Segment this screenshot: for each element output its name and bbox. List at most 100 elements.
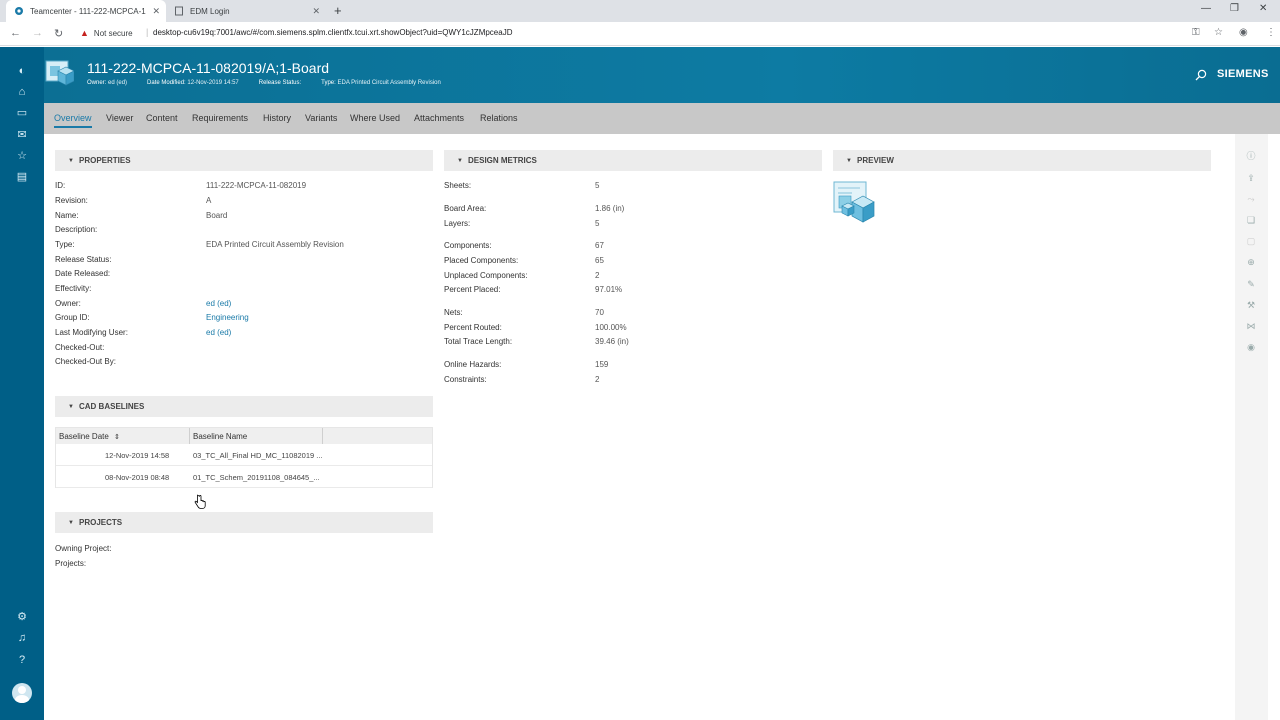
property-label: Last Modifying User: [55, 328, 128, 337]
menu-dots-icon[interactable]: ⋮ [1266, 27, 1276, 38]
owner-link[interactable]: ed (ed) [206, 299, 231, 308]
info-icon[interactable]: ⓘ [1245, 150, 1257, 162]
property-label: Release Status: [55, 255, 112, 264]
meta-date-modified: Date Modified: 12-Nov-2019 14:57 [147, 80, 239, 86]
security-indicator[interactable]: ▲ Not secure [80, 28, 133, 38]
search-icon[interactable] [1195, 69, 1207, 81]
metric-label: Total Trace Length: [444, 337, 513, 346]
meta-label: Owner: [87, 80, 107, 86]
tools-icon[interactable]: ⚒ [1245, 299, 1257, 311]
last-modifying-user-link[interactable]: ed (ed) [206, 328, 231, 337]
paste-icon[interactable]: ▢ [1245, 235, 1257, 247]
new-tab-button[interactable]: + [334, 3, 342, 18]
metric-value: 159 [595, 360, 609, 369]
pcb-preview-thumbnail[interactable] [832, 180, 877, 224]
tab-attachments[interactable]: Attachments [414, 113, 464, 123]
favorites-star-icon[interactable]: ☆ [15, 149, 29, 163]
caret-down-icon: ▼ [68, 157, 74, 164]
metric-label: Online Hazards: [444, 360, 502, 369]
add-icon[interactable]: ⊕ [1245, 256, 1257, 268]
meta-label: Type: [321, 80, 336, 86]
right-toolbar: ⓘ ⇪ ⤳ ❏ ▢ ⊕ ✎ ⚒ ⋈ ◉ [1235, 134, 1268, 720]
tab-overview[interactable]: Overview [54, 113, 92, 128]
profile-icon[interactable]: ◉ [1239, 27, 1248, 38]
tab-where-used[interactable]: Where Used [350, 113, 400, 123]
section-title: DESIGN METRICS [468, 156, 537, 165]
reload-icon[interactable]: ↻ [54, 27, 63, 40]
browser-tab-edm-login[interactable]: EDM Login ✕ [166, 0, 326, 22]
settings-gear-icon[interactable]: ⚙ [15, 610, 29, 624]
separator: | [146, 27, 149, 37]
table-row[interactable]: 08-Nov-2019 08:48 01_TC_Schem_20191108_0… [56, 466, 432, 488]
browser-tab-strip: Teamcenter - 111-222-MCPCA-1 ✕ EDM Login… [0, 0, 1280, 22]
column-resize-handle[interactable] [322, 428, 323, 444]
close-tab-icon[interactable]: ✕ [312, 6, 320, 17]
tab-requirements[interactable]: Requirements [192, 113, 248, 123]
forward-icon[interactable]: → [32, 27, 43, 39]
edit-pencil-icon[interactable]: ✎ [1245, 278, 1257, 290]
column-resize-handle[interactable] [189, 428, 190, 444]
metric-value: 5 [595, 181, 600, 190]
warning-icon: ▲ [80, 28, 89, 38]
sort-icon: ⇕ [114, 434, 120, 441]
close-tab-icon[interactable]: ✕ [152, 6, 160, 17]
project-label: Projects: [55, 559, 87, 568]
notifications-bell-icon[interactable]: ♫ [15, 631, 29, 645]
property-value: 111-222-MCPCA-11-082019 [206, 181, 307, 190]
baseline-date-cell: 08-Nov-2019 08:48 [105, 473, 170, 482]
caret-down-icon: ▼ [68, 519, 74, 526]
metric-label: Nets: [444, 308, 463, 317]
tab-history[interactable]: History [263, 113, 291, 123]
property-label: ID: [55, 181, 66, 190]
metric-value: 2 [595, 271, 600, 280]
caret-down-icon: ▼ [68, 403, 74, 410]
home-icon[interactable]: ⌂ [15, 85, 29, 99]
connections-icon[interactable]: ⋈ [1245, 320, 1257, 332]
table-header: Baseline Date ⇕ Baseline Name [56, 428, 432, 444]
preview-section-header[interactable]: ▼ PREVIEW [833, 150, 1211, 171]
metric-value: 2 [595, 375, 600, 384]
minimize-icon[interactable]: — [1201, 3, 1211, 14]
object-metadata: Owner: ed (ed) Date Modified: 12-Nov-201… [87, 80, 441, 86]
projects-section-header[interactable]: ▼ PROJECTS [55, 512, 433, 533]
back-icon[interactable]: ← [10, 27, 21, 39]
url-field[interactable]: desktop-cu6v19q:7001/awc/#/com.siemens.s… [153, 28, 512, 37]
metric-value: 65 [595, 256, 604, 265]
metric-label: Percent Placed: [444, 285, 501, 294]
key-icon[interactable]: ⚿ [1192, 27, 1200, 38]
group-link[interactable]: Engineering [206, 313, 249, 322]
section-title: PROPERTIES [79, 156, 131, 165]
properties-section-header[interactable]: ▼ PROPERTIES [55, 150, 433, 171]
teamcenter-logo-icon[interactable]: ◐ [15, 64, 29, 78]
design-metrics-section-header[interactable]: ▼ DESIGN METRICS [444, 150, 822, 171]
close-window-icon[interactable]: ✕ [1259, 3, 1267, 14]
metric-label: Unplaced Components: [444, 271, 528, 280]
help-icon[interactable]: ? [15, 653, 29, 667]
inbox-icon[interactable]: ✉ [15, 128, 29, 142]
tab-content[interactable]: Content [146, 113, 178, 123]
share-icon[interactable]: ⇪ [1245, 172, 1257, 184]
user-avatar[interactable] [12, 683, 32, 703]
metric-value: 70 [595, 308, 604, 317]
metric-label: Constraints: [444, 375, 487, 384]
restore-icon[interactable]: ❐ [1230, 3, 1239, 14]
tab-relations[interactable]: Relations [480, 113, 518, 123]
copy-icon[interactable]: ❏ [1245, 214, 1257, 226]
meta-value: 12-Nov-2019 14:57 [187, 80, 239, 86]
browser-tab-teamcenter[interactable]: Teamcenter - 111-222-MCPCA-1 ✕ [6, 0, 166, 22]
property-label: Group ID: [55, 313, 90, 322]
tab-variants[interactable]: Variants [305, 113, 337, 123]
reports-icon[interactable]: ▤ [15, 170, 29, 184]
view-eye-icon[interactable]: ◉ [1245, 341, 1257, 353]
tab-viewer[interactable]: Viewer [106, 113, 133, 123]
metric-value: 39.46 (in) [595, 337, 629, 346]
column-header-baseline-name[interactable]: Baseline Name [193, 432, 247, 441]
table-row[interactable]: 12-Nov-2019 14:58 03_TC_All_Final HD_MC_… [56, 444, 432, 466]
cad-baselines-table: Baseline Date ⇕ Baseline Name 12-Nov-201… [55, 427, 433, 488]
folder-icon[interactable]: ▭ [15, 106, 29, 120]
cad-baselines-section-header[interactable]: ▼ CAD BASELINES [55, 396, 433, 417]
column-header-baseline-date[interactable]: Baseline Date ⇕ [59, 432, 120, 441]
bookmark-star-icon[interactable]: ☆ [1214, 27, 1223, 38]
property-label: Checked-Out: [55, 343, 105, 352]
workflow-icon[interactable]: ⤳ [1245, 193, 1257, 205]
